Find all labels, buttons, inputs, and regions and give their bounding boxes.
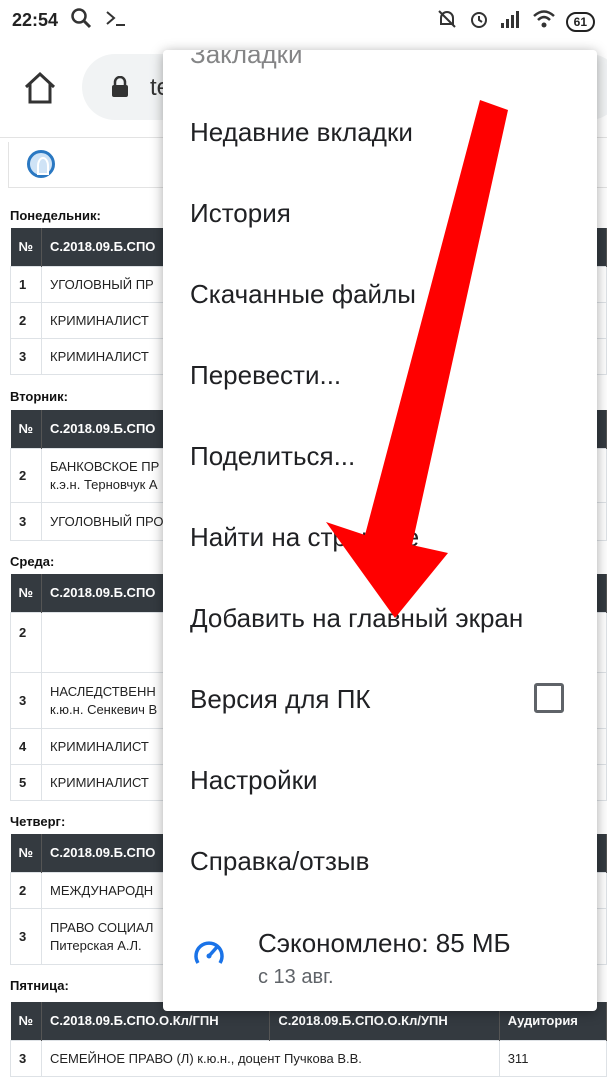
menu-item-bookmarks[interactable]: Закладки — [163, 50, 597, 94]
row-number: 2 — [10, 871, 42, 909]
signal-icon — [500, 9, 522, 34]
row-room: 311 — [498, 1039, 607, 1077]
desktop-site-label: Версия для ПК — [190, 683, 371, 714]
menu-item-recent-tabs[interactable]: Недавние вкладки — [163, 92, 597, 172]
row-number: 2 — [10, 611, 42, 673]
column-header: № — [10, 1002, 42, 1040]
alarm-off-icon — [436, 8, 458, 35]
day-label: Среда: — [10, 554, 55, 569]
table-row: 3 СЕМЕЙНОЕ ПРАВО (Л) к.ю.н., доцент Пучк… — [10, 1039, 607, 1077]
subject-title: ПРАВО СОЦИАЛ — [50, 919, 154, 935]
home-icon[interactable] — [22, 70, 58, 106]
column-header: № — [10, 410, 42, 448]
row-number: 3 — [10, 671, 42, 729]
desktop-site-checkbox[interactable] — [534, 683, 564, 713]
day-label: Четверг: — [10, 814, 66, 829]
status-bar: 22:54 61 — [0, 0, 607, 40]
status-time: 22:54 — [12, 9, 59, 30]
data-saved-amount: Сэкономлено: 85 МБ — [258, 928, 511, 958]
subject-title: НАСЛЕДСТВЕНН — [50, 683, 156, 699]
column-header: № — [10, 228, 42, 266]
row-number: 3 — [10, 907, 42, 965]
column-header: № — [10, 574, 42, 612]
menu-item-desktop-site[interactable]: Версия для ПК — [163, 659, 597, 739]
terminal-icon — [104, 7, 128, 34]
row-number: 3 — [10, 501, 42, 541]
day-label: Пятница: — [10, 978, 69, 993]
menu-item-share[interactable]: Поделиться... — [163, 416, 597, 496]
column-header: № — [10, 834, 42, 872]
overflow-menu: Закладки Недавние вкладки История Скачан… — [163, 50, 597, 1011]
lock-icon — [110, 75, 130, 98]
subject-title: БАНКОВСКОЕ ПР — [50, 458, 160, 474]
menu-item-data-saver[interactable]: Сэкономлено: 85 МБ с 13 авг. — [163, 910, 597, 1010]
schedule-table: № С.2018.09.Б.СПО.О.Кл/ГПН С.2018.09.Б.С… — [10, 1002, 607, 1077]
row-number: 2 — [10, 301, 42, 339]
menu-item-translate[interactable]: Перевести... — [163, 335, 597, 415]
row-number: 4 — [10, 727, 42, 765]
data-saved-since: с 13 авг. — [258, 966, 334, 988]
menu-item-history[interactable]: История — [163, 173, 597, 253]
site-logo[interactable] — [27, 150, 55, 178]
wifi-icon — [532, 9, 556, 34]
menu-item-help-feedback[interactable]: Справка/отзыв — [163, 821, 597, 901]
row-subject: СЕМЕЙНОЕ ПРАВО (Л) к.ю.н., доцент Пучков… — [41, 1039, 500, 1077]
battery-indicator: 61 — [565, 11, 595, 32]
search-icon — [70, 7, 92, 34]
status-icons: 61 — [436, 8, 595, 35]
alarm-icon — [468, 8, 490, 35]
menu-item-downloads[interactable]: Скачанные файлы — [163, 254, 597, 334]
menu-item-add-to-home-screen[interactable]: Добавить на главный экран — [163, 578, 597, 658]
row-number: 5 — [10, 763, 42, 801]
row-number: 1 — [10, 265, 42, 303]
day-label: Понедельник: — [10, 208, 101, 223]
row-number: 2 — [10, 447, 42, 503]
menu-item-settings[interactable]: Настройки — [163, 740, 597, 820]
day-label: Вторник: — [10, 389, 68, 404]
speedometer-icon — [191, 936, 227, 972]
row-number: 3 — [10, 1039, 42, 1077]
menu-item-find-in-page[interactable]: Найти на странице — [163, 497, 597, 577]
screen: 22:54 61 te Понедельник: № С.2018.09.Б.С… — [0, 0, 607, 1080]
row-number: 3 — [10, 337, 42, 375]
